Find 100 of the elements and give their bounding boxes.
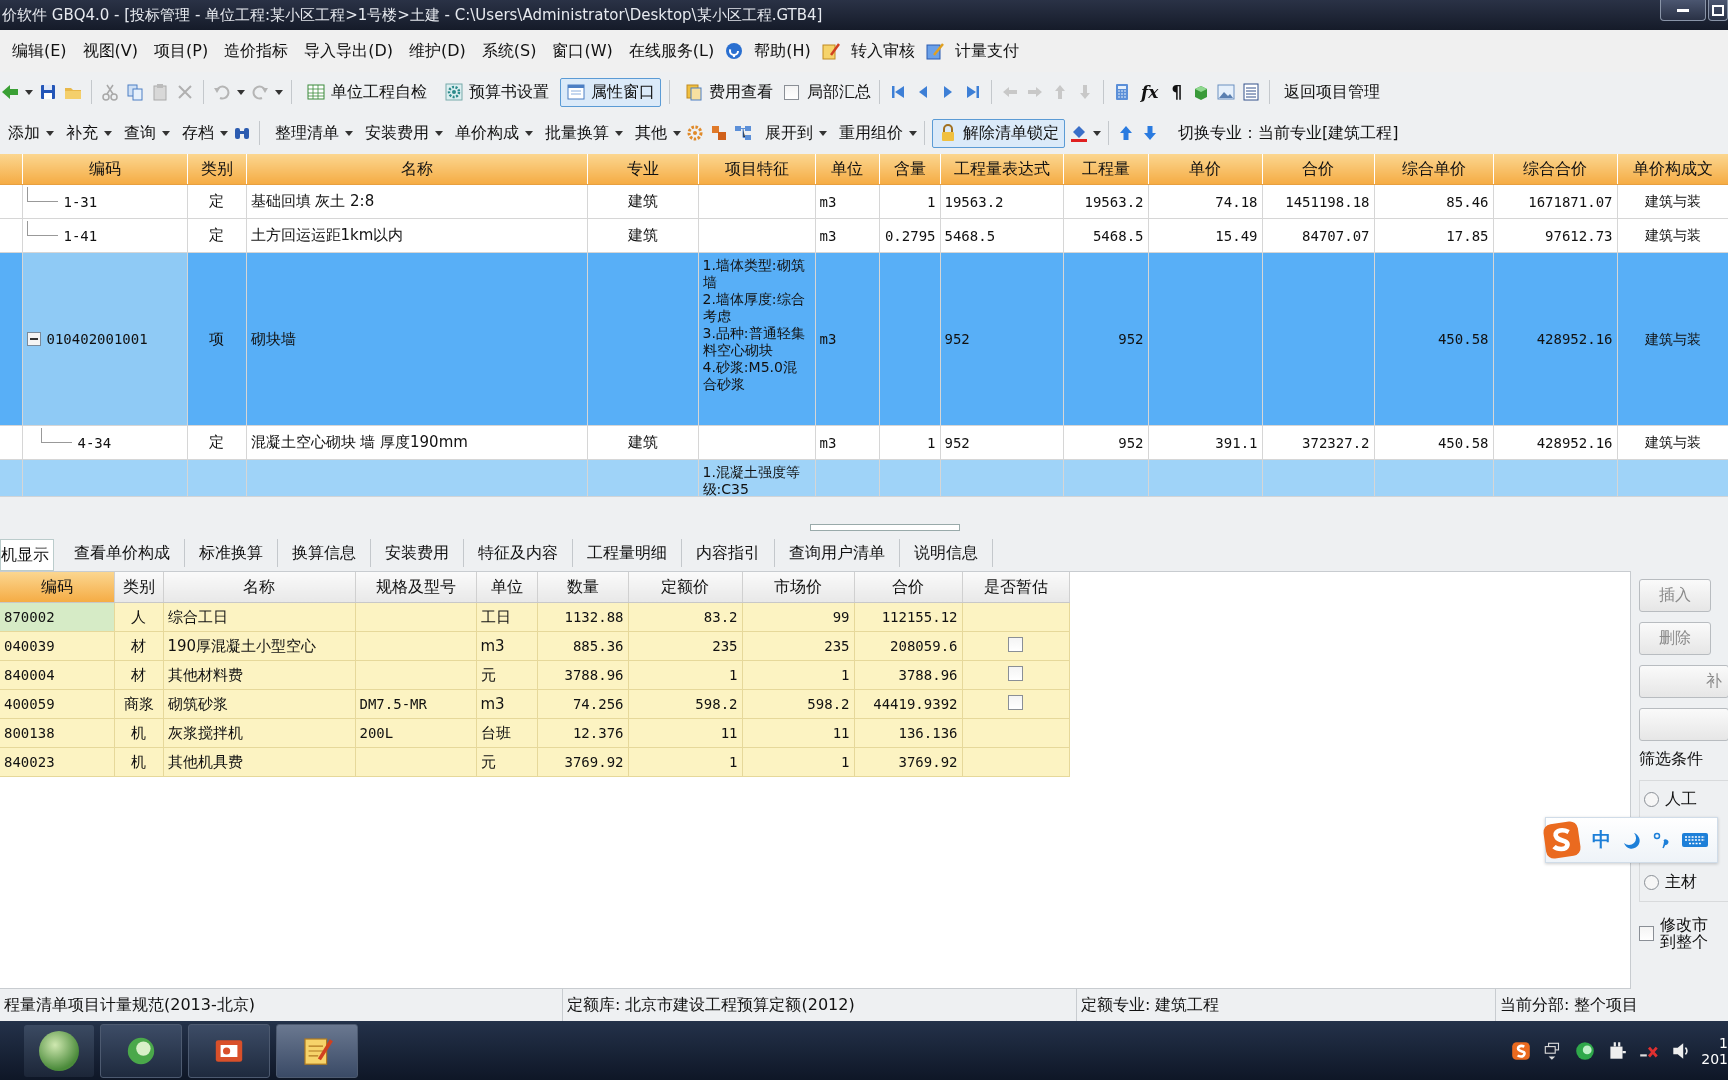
save-icon[interactable] xyxy=(38,82,58,102)
column-header[interactable]: 单价构成文 xyxy=(1617,154,1728,185)
dropdown-button[interactable]: 补充 xyxy=(58,120,100,146)
column-header[interactable]: 类别 xyxy=(114,572,163,603)
dropdown-button[interactable]: 批量换算 xyxy=(537,120,611,146)
taskbar-app-button[interactable] xyxy=(100,1024,182,1078)
column-header[interactable]: 名称 xyxy=(163,572,355,603)
checkbox[interactable] xyxy=(1008,694,1023,710)
column-header[interactable]: 名称 xyxy=(246,154,587,185)
menu-item[interactable]: 项目(P) xyxy=(148,37,215,65)
tab[interactable]: 特征及内容 xyxy=(464,539,573,567)
caret-icon[interactable] xyxy=(1093,130,1101,136)
column-header[interactable]: 规格及型号 xyxy=(355,572,476,603)
payment-icon[interactable] xyxy=(924,41,945,61)
resource-row[interactable]: 870002 人 综合工日 工日 1132.88 83.2 99 112155.12 xyxy=(0,602,1069,632)
resource-row[interactable]: 840004 材 其他材料费 元 3788.96 1 1 3788.96 xyxy=(0,660,1069,690)
column-header[interactable]: 单价 xyxy=(1148,154,1262,185)
menu-item[interactable]: 导入导出(D) xyxy=(298,37,399,65)
start-button[interactable] xyxy=(24,1025,94,1077)
table-row[interactable]: 1.混凝土强度等级:C35 xyxy=(0,459,1728,496)
caret-icon[interactable] xyxy=(345,130,353,136)
keyboard-icon[interactable] xyxy=(1681,830,1709,850)
toolbar-button[interactable]: 单位工程自检 xyxy=(300,77,433,107)
gear-icon[interactable] xyxy=(444,82,464,102)
column-header[interactable]: 综合合价 xyxy=(1493,154,1617,185)
dropdown-button[interactable]: 其他 xyxy=(627,120,669,146)
review-icon[interactable] xyxy=(820,41,841,61)
column-header[interactable]: 专业 xyxy=(587,154,698,185)
checkbox[interactable] xyxy=(1008,665,1023,681)
caret-icon[interactable] xyxy=(25,89,33,95)
menu-item[interactable]: 帮助(H) xyxy=(748,37,817,65)
tab[interactable]: 机显示 xyxy=(0,539,54,571)
table-row[interactable]: 1-41 定 土方回运运距1km以内 建筑 m3 0.2795 5468.5 5468.5 15.49 84707.07 17.85 97612.73 建筑与装 xyxy=(0,218,1728,253)
toolbar-button[interactable]: 费用查看 xyxy=(678,77,779,107)
menu-item[interactable]: 在线服务(L) xyxy=(622,37,721,65)
dropdown-button[interactable]: 展开到 xyxy=(757,120,815,146)
blocks-icon[interactable] xyxy=(709,123,729,143)
menu-item[interactable]: 造价指标 xyxy=(218,37,295,65)
help-icon[interactable] xyxy=(724,41,745,61)
paint-bucket-icon[interactable] xyxy=(1069,123,1089,143)
toolbar-button[interactable]: 属性窗口 xyxy=(560,77,661,107)
column-header[interactable]: 市场价 xyxy=(742,572,854,603)
dropdown-button[interactable]: 单价构成 xyxy=(447,120,521,146)
caret-icon[interactable] xyxy=(909,130,917,136)
resource-row[interactable]: 400059 商浆 砌筑砂浆 DM7.5-MR m3 74.256 598.2 598.2 44419.9392 xyxy=(0,689,1069,719)
tab[interactable]: 工程量明细 xyxy=(573,539,682,567)
column-header[interactable]: 编码 xyxy=(22,154,187,185)
tree-icon[interactable] xyxy=(733,123,753,143)
caret-icon[interactable] xyxy=(615,130,623,136)
restore-button[interactable] xyxy=(1708,0,1728,21)
resource-row[interactable]: 800138 机 灰浆搅拌机 200L 台班 12.376 11 11 136.136 xyxy=(0,718,1069,748)
scissors-icon[interactable] xyxy=(100,82,120,102)
toolbar-button[interactable]: 预算书设置 xyxy=(438,77,555,107)
column-header[interactable]: 编码 xyxy=(0,572,114,603)
caret-icon[interactable] xyxy=(819,130,827,136)
unlock-button[interactable]: 解除清单锁定 xyxy=(932,118,1065,148)
formula-button[interactable]: fx xyxy=(1137,82,1163,102)
globe-icon[interactable] xyxy=(1574,1040,1596,1062)
column-header[interactable]: 定额价 xyxy=(628,572,742,603)
column-header[interactable]: 单位 xyxy=(476,572,537,603)
menu-item[interactable]: 编辑(E) xyxy=(6,37,73,65)
column-header[interactable]: 项目特征 xyxy=(698,154,815,185)
resource-row[interactable]: 840023 机 其他机具费 元 3769.92 1 1 3769.92 xyxy=(0,747,1069,777)
caret-icon[interactable] xyxy=(162,130,170,136)
resource-row[interactable]: 040039 材 190厚混凝土小型空心 m3 885.36 235 235 208059.6 xyxy=(0,631,1069,661)
copy-icon[interactable] xyxy=(125,82,145,102)
caret-icon[interactable] xyxy=(673,130,681,136)
minimize-button[interactable] xyxy=(1660,0,1706,21)
moon-icon[interactable] xyxy=(1621,830,1641,850)
window-icon[interactable] xyxy=(566,82,586,102)
tab[interactable]: 内容指引 xyxy=(682,539,775,567)
column-header[interactable]: 合价 xyxy=(854,572,962,603)
dropdown-button[interactable]: 重用组价 xyxy=(831,120,905,146)
caret-icon[interactable] xyxy=(46,130,54,136)
caret-icon[interactable] xyxy=(275,89,283,95)
column-header[interactable]: 单位 xyxy=(815,154,879,185)
dropdown-button[interactable]: 整理清单 xyxy=(267,120,341,146)
table-icon[interactable] xyxy=(1241,82,1262,102)
splitter-handle[interactable] xyxy=(810,524,960,531)
column-header[interactable]: 工程量 xyxy=(1063,154,1148,185)
image-icon[interactable] xyxy=(1216,82,1237,102)
menu-item[interactable]: 视图(V) xyxy=(76,37,145,65)
column-header[interactable]: 数量 xyxy=(537,572,628,603)
collapse-button[interactable] xyxy=(26,332,41,346)
column-header[interactable]: 综合单价 xyxy=(1374,154,1493,185)
back-arrow-icon[interactable] xyxy=(0,82,20,102)
column-header[interactable]: 含量 xyxy=(879,154,940,185)
menu-item[interactable]: 系统(S) xyxy=(475,37,543,65)
input-mode-toggle[interactable]: 中 xyxy=(1592,827,1611,853)
taskbar-app-button[interactable] xyxy=(188,1024,270,1078)
caret-icon[interactable] xyxy=(525,130,533,136)
caret-icon[interactable] xyxy=(237,89,245,95)
logo-icon[interactable] xyxy=(1510,1040,1532,1062)
radio-button[interactable]: 人工 xyxy=(1644,789,1728,810)
column-header[interactable]: 合价 xyxy=(1262,154,1374,185)
tab[interactable]: 说明信息 xyxy=(900,539,993,567)
column-header[interactable]: 是否暂估 xyxy=(962,572,1069,603)
tab[interactable]: 查询用户清单 xyxy=(775,539,900,567)
tab[interactable]: 换算信息 xyxy=(278,539,371,567)
column-header[interactable]: 类别 xyxy=(187,154,246,185)
